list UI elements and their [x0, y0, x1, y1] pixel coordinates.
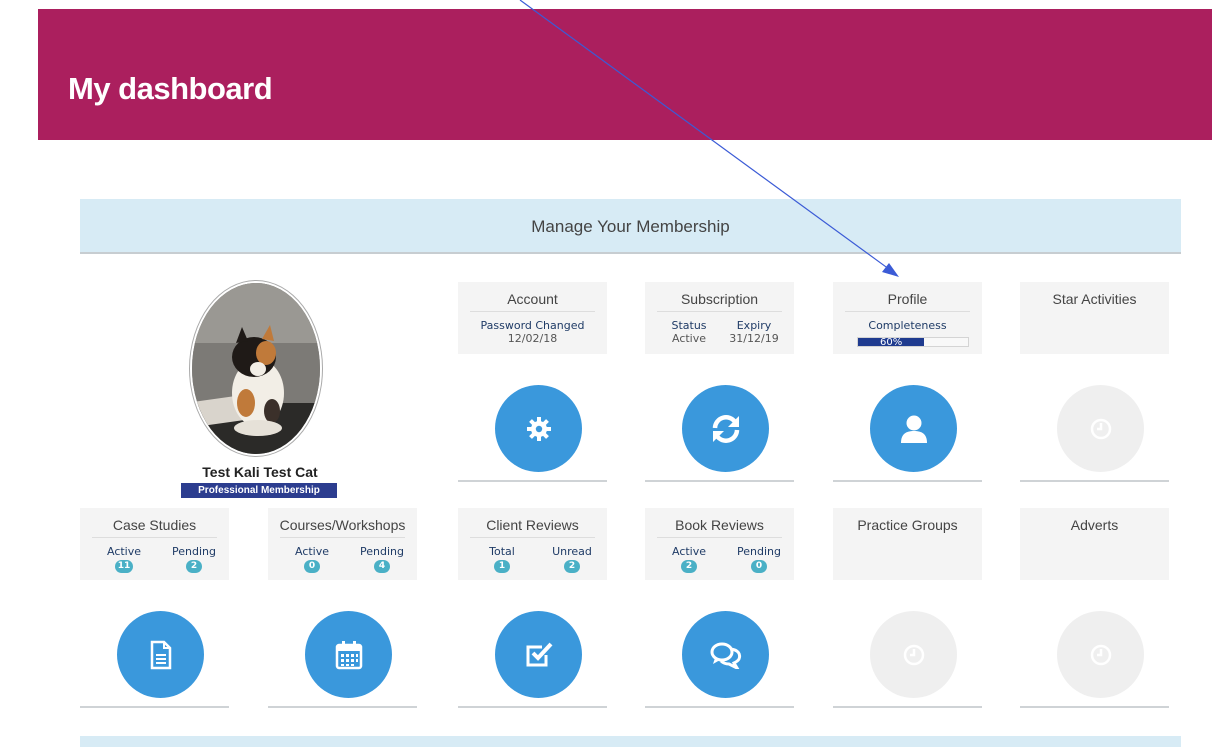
completeness-progress: 60% — [857, 337, 969, 348]
active-label: Active — [106, 545, 142, 558]
tile-courses-workshops[interactable]: Courses/Workshops Active 0 Pending 4 — [268, 508, 417, 708]
completeness-label: Completeness — [868, 319, 947, 332]
unread-count-badge: 2 — [564, 560, 580, 573]
pending-count-badge: 4 — [374, 560, 390, 573]
tile-star-activities[interactable]: Star Activities — [1020, 282, 1169, 482]
tile-book-reviews[interactable]: Book Reviews Active 2 Pending 0 — [645, 508, 794, 708]
password-changed-label: Password Changed — [480, 319, 585, 332]
star-activities-button[interactable] — [1057, 385, 1144, 472]
page-header: My dashboard — [38, 9, 1212, 140]
tile-title: Account — [507, 291, 558, 307]
document-icon — [150, 640, 171, 669]
tile-profile[interactable]: Profile Completeness 60% — [833, 282, 982, 482]
refresh-icon — [712, 414, 739, 443]
tile-title: Practice Groups — [857, 517, 958, 533]
tile-title: Adverts — [1070, 517, 1119, 533]
expiry-label: Expiry — [736, 319, 772, 332]
active-label: Active — [671, 545, 707, 558]
membership-badge: Professional Membership — [181, 483, 337, 498]
tile-client-reviews[interactable]: Client Reviews Total 1 Unread 2 — [458, 508, 607, 708]
pending-count-badge: 2 — [186, 560, 202, 573]
tile-account[interactable]: Account Password Changed 12/02/18 — [458, 282, 607, 482]
clock-icon — [903, 644, 924, 665]
courses-button[interactable] — [305, 611, 392, 698]
adverts-button[interactable] — [1057, 611, 1144, 698]
subscription-button[interactable] — [682, 385, 769, 472]
comments-icon — [710, 642, 741, 669]
unread-label: Unread — [552, 545, 592, 558]
avatar[interactable] — [190, 281, 322, 456]
total-count-badge: 1 — [494, 560, 510, 573]
user-icon — [900, 415, 927, 443]
gear-icon — [526, 416, 551, 441]
progress-fill: 60% — [858, 338, 924, 348]
active-count-badge: 2 — [681, 560, 697, 573]
member-profile: Test Kali Test Cat Professional Membersh… — [180, 281, 340, 499]
tile-title: Client Reviews — [486, 517, 579, 533]
tile-title: Subscription — [680, 291, 759, 307]
section-header: Manage Your Membership — [80, 199, 1181, 254]
expiry-value: 31/12/19 — [729, 332, 779, 345]
account-button[interactable] — [495, 385, 582, 472]
tile-title: Profile — [887, 291, 928, 307]
page-title: My dashboard — [68, 71, 273, 106]
tile-practice-groups[interactable]: Practice Groups — [833, 508, 982, 708]
status-label: Status — [671, 319, 707, 332]
profile-button[interactable] — [870, 385, 957, 472]
clock-icon — [1090, 418, 1111, 439]
client-reviews-button[interactable] — [495, 611, 582, 698]
check-square-icon — [526, 642, 552, 666]
tile-title: Star Activities — [1052, 291, 1137, 307]
member-name: Test Kali Test Cat — [202, 464, 318, 480]
active-count-badge: 0 — [304, 560, 320, 573]
pending-label: Pending — [172, 545, 216, 558]
practice-groups-button[interactable] — [870, 611, 957, 698]
status-value: Active — [671, 332, 707, 345]
tile-title: Book Reviews — [675, 517, 764, 533]
tile-title: Case Studies — [112, 517, 197, 533]
tile-adverts[interactable]: Adverts — [1020, 508, 1169, 708]
tile-title: Courses/Workshops — [279, 517, 406, 533]
pending-label: Pending — [360, 545, 404, 558]
book-reviews-button[interactable] — [682, 611, 769, 698]
password-changed-date: 12/02/18 — [507, 332, 558, 345]
tile-subscription[interactable]: Subscription Status Active Expiry 31/12/… — [645, 282, 794, 482]
tile-case-studies[interactable]: Case Studies Active 11 Pending 2 — [80, 508, 229, 708]
calendar-icon — [335, 640, 362, 669]
case-studies-button[interactable] — [117, 611, 204, 698]
section-title: Manage Your Membership — [531, 217, 730, 236]
active-count-badge: 11 — [114, 560, 134, 573]
next-section-bar — [80, 736, 1181, 747]
cat-photo — [192, 283, 320, 454]
clock-icon — [1090, 644, 1111, 665]
pending-label: Pending — [737, 545, 781, 558]
active-label: Active — [294, 545, 330, 558]
pending-count-badge: 0 — [751, 560, 767, 573]
total-label: Total — [489, 545, 515, 558]
